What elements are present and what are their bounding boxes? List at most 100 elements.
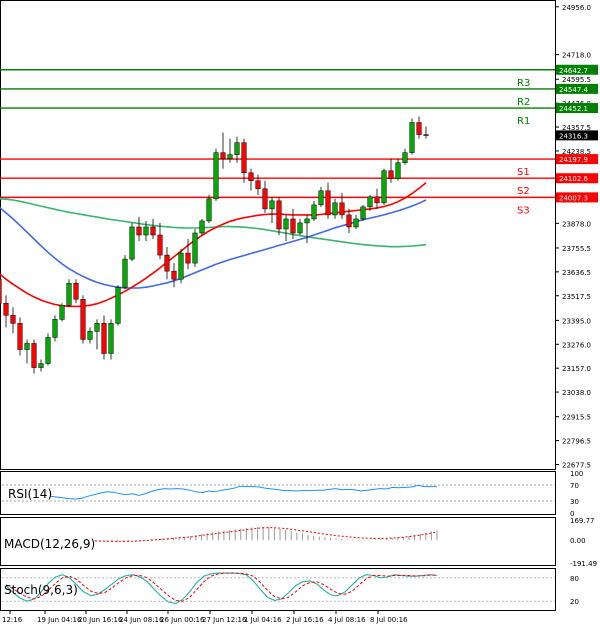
candle-body [332,202,338,216]
macd-tick-label: 0.00 [570,537,586,545]
stoch-tick-label: 80 [570,575,579,583]
candle-body [318,190,324,206]
x-tick-label: 2 Jul 16:16 [286,616,324,624]
candle-body [262,188,268,210]
level-price-label: 24547.4 [559,86,588,94]
macd-label: MACD(12,26,9) [4,537,95,551]
rsi-label: RSI(14) [8,487,52,501]
x-tick-label: 24 Jun 08:16 [119,616,164,624]
candle-body [101,323,107,354]
level-name-s2: S2 [517,186,530,197]
candle-body [10,315,16,324]
candle-body [248,172,254,182]
candle-body [129,226,135,260]
candle-body [325,190,331,216]
candle-body [297,222,303,234]
level-name-r2: R2 [517,97,530,108]
x-tick-label: 19 Jun 04:16 [37,616,82,624]
candle [52,315,58,342]
candle [360,204,366,221]
level-name-s3: S3 [517,205,530,216]
macd-tick-label: -191.49 [570,560,597,568]
y-tick-label: 23878.0 [562,220,591,228]
y-tick-label: 23395.0 [562,317,591,325]
candle-body [157,234,163,256]
candle-body [0,278,2,304]
candle-body [353,218,359,228]
candle-body [115,286,121,324]
rsi-tick-label: 70 [570,482,579,490]
x-tick-label: 4 Jul 08:16 [328,616,366,624]
candle-body [402,152,408,163]
candle [45,333,51,366]
candle-body [143,226,149,236]
y-tick-label: 23517.5 [562,293,591,301]
candle-body [94,323,100,332]
y-tick-label: 23276.0 [562,341,591,349]
candle-body [234,142,240,155]
level-price-label: 24642.7 [559,67,588,75]
candle-body [66,282,72,306]
candle-body [395,162,401,180]
x-tick-label: 27 Jun 12:16 [202,616,247,624]
candle-body [185,252,191,264]
stoch-label: Stoch(9,6,3) [4,583,78,597]
y-tick-label: 22677.5 [562,461,591,469]
candle-body [136,226,142,236]
level-name-r3: R3 [517,78,530,89]
trading-chart: 24956.024718.024595.524476.024357.524238… [0,0,600,627]
candle [192,228,198,268]
level-price-label: 24197.9 [559,156,588,164]
candle-body [304,218,310,224]
candle-body [73,282,79,300]
candle-body [339,202,345,216]
candle-body [423,134,429,136]
candle-body [178,252,184,280]
candle-body [80,299,86,340]
candle-body [388,170,394,180]
candle-body [24,343,30,350]
candle-body [17,323,23,350]
candle-body [52,319,58,338]
candle [108,319,114,360]
candle-body [409,122,415,153]
candle-body [31,343,37,368]
level-price-label: 24102.6 [559,175,588,183]
candle-body [150,226,156,236]
x-tick-label: 20 Jun 16:16 [78,616,123,624]
candle-body [164,254,170,272]
candle-body [346,214,352,228]
y-tick-label: 22915.5 [562,414,591,422]
y-tick-label: 24956.0 [562,4,591,12]
candle [115,285,121,326]
candle-body [38,363,44,368]
candle-body [241,142,247,173]
x-tick-label: 1 Jul 04:16 [244,616,282,624]
candle-body [227,154,233,159]
y-tick-label: 23038.0 [562,389,591,397]
y-tick-label: 23755.5 [562,245,591,253]
candle-body [283,218,289,230]
candle [206,194,212,223]
candle [409,118,415,155]
y-tick-label: 23636.5 [562,269,591,277]
candle-body [108,323,114,354]
candle-body [255,180,261,190]
candle [66,279,72,308]
candle-body [416,122,422,135]
y-tick-label: 24718.0 [562,52,591,60]
y-tick-label: 22796.5 [562,438,591,446]
candle [59,303,65,322]
candle-body [122,258,128,288]
candle-body [276,200,282,230]
candle-body [213,152,219,200]
candle-body [367,196,373,208]
candle [122,255,128,290]
y-tick-label: 24595.5 [562,76,591,84]
y-tick-label: 23157.0 [562,365,591,373]
level-name-s1: S1 [517,167,530,178]
level-name-r1: R1 [517,116,530,127]
candle-body [360,206,366,220]
current-price-label: 24316.3 [559,132,588,140]
candle-body [87,331,93,340]
